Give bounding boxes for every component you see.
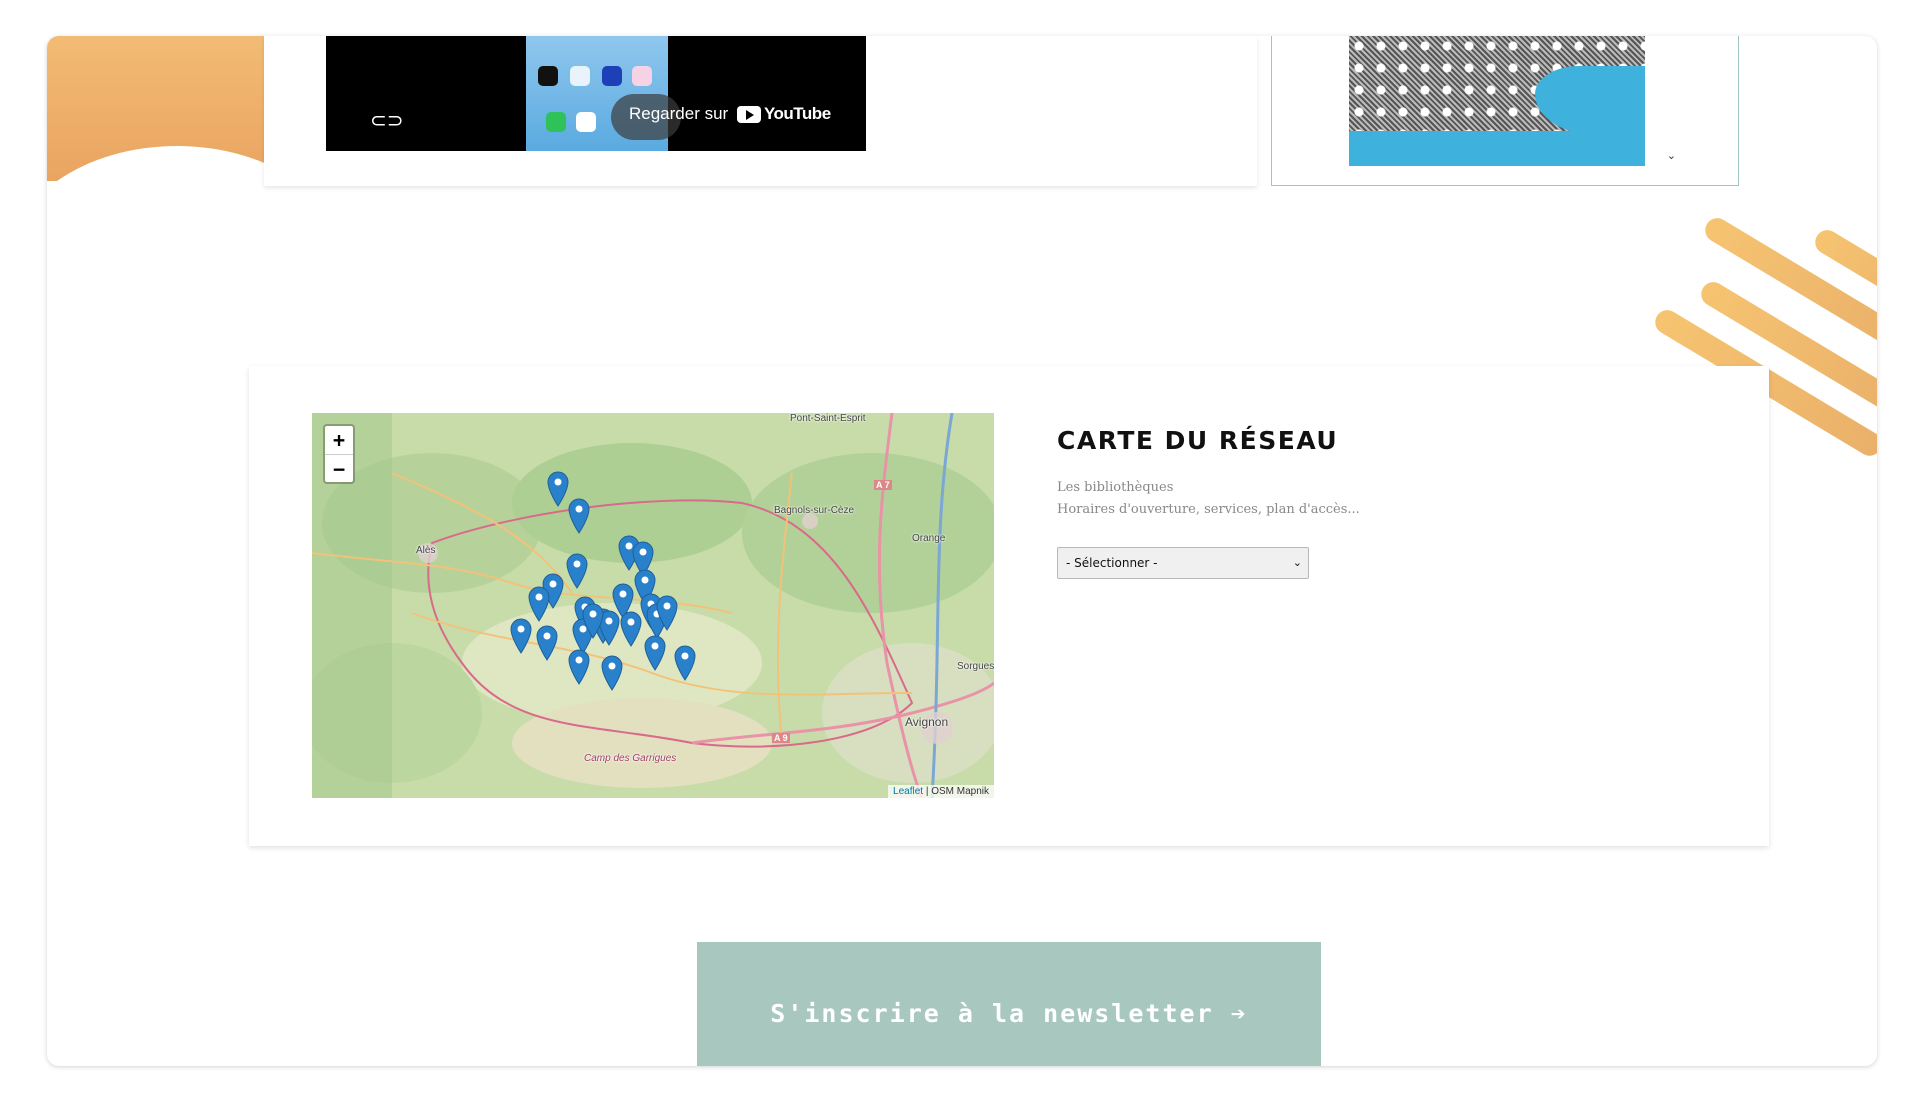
library-marker-icon[interactable]	[674, 645, 696, 681]
zoom-control: + −	[323, 424, 355, 484]
link-icon[interactable]: ⊂⊃	[370, 108, 404, 132]
library-marker-icon[interactable]	[536, 625, 558, 661]
youtube-play-icon	[736, 106, 761, 124]
page-card: ⊂⊃ Regarder sur YouTube ⌄ Pont-Saint-Esp…	[47, 36, 1877, 1066]
chevron-down-icon: ⌄	[1292, 556, 1302, 569]
library-marker-icon[interactable]	[568, 649, 590, 685]
poster-card: ⌄	[1271, 36, 1739, 186]
library-marker-icon[interactable]	[547, 471, 569, 507]
zoom-in-button[interactable]: +	[325, 426, 353, 454]
mediatheque-poster-image	[1349, 36, 1645, 166]
section-title: CARTE DU RÉSEAU	[1057, 426, 1339, 455]
map-label-place: Bagnols-sur-Cèze	[774, 505, 855, 516]
library-marker-icon[interactable]	[601, 655, 623, 691]
map-label-place: Pont-Saint-Esprit	[790, 413, 866, 424]
library-select[interactable]: - Sélectionner - ⌄	[1057, 547, 1309, 579]
leaflet-link[interactable]: Leaflet	[893, 786, 923, 797]
network-map-card: Pont-Saint-Esprit Bagnols-sur-Cèze Orang…	[249, 366, 1769, 846]
chevron-down-icon[interactable]: ⌄	[1667, 149, 1676, 162]
map-label-place: Sorgues	[957, 661, 994, 672]
watch-on-youtube-link[interactable]: Regarder sur YouTube	[629, 104, 831, 124]
road-label: A 9	[772, 733, 790, 743]
map-label-place: Alès	[416, 545, 436, 556]
road-label: A 7	[874, 480, 892, 490]
video-card: ⊂⊃ Regarder sur YouTube	[264, 36, 1257, 186]
map-label-place: Avignon	[905, 715, 949, 729]
youtube-embed[interactable]: ⊂⊃ Regarder sur YouTube	[326, 36, 866, 151]
library-marker-icon[interactable]	[620, 611, 642, 647]
library-marker-icon[interactable]	[566, 553, 588, 589]
map-attribution: Leaflet | OSM Mapnik	[888, 785, 994, 798]
leaflet-map[interactable]: Pont-Saint-Esprit Bagnols-sur-Cèze Orang…	[312, 413, 994, 798]
library-marker-icon[interactable]	[510, 618, 532, 654]
library-marker-icon[interactable]	[582, 603, 604, 639]
zoom-out-button[interactable]: −	[325, 454, 353, 482]
section-subtitle: Les bibliothèques Horaires d'ouverture, …	[1057, 480, 1360, 517]
library-marker-icon[interactable]	[656, 595, 678, 631]
library-marker-icon[interactable]	[528, 586, 550, 622]
library-marker-icon[interactable]	[644, 635, 666, 671]
map-label-place: Camp des Garrigues	[584, 753, 677, 764]
newsletter-signup-button[interactable]: S'inscrire à la newsletter ➔	[697, 942, 1321, 1066]
map-label-place: Orange	[912, 533, 946, 544]
library-marker-icon[interactable]	[568, 498, 590, 534]
